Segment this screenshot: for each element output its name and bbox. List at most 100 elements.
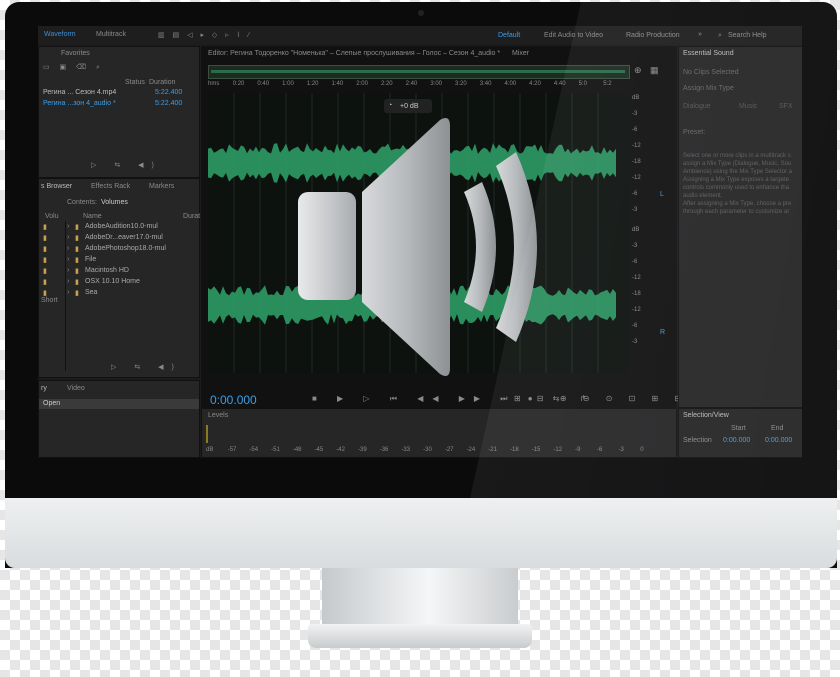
time-display: 0:00.000 (210, 393, 257, 407)
volume-icon: ▮ (43, 290, 47, 297)
search-help[interactable]: Search Help (728, 32, 767, 39)
levels-tick: 0 (640, 447, 644, 453)
help-text-line: through each parameter to customize ar (683, 209, 790, 215)
ruler-tick: 1:40 (331, 81, 344, 87)
volume-icon: ▮ (43, 279, 47, 286)
workspace-radio-production[interactable]: Radio Production (626, 32, 680, 39)
workspace-edit-audio-to-video[interactable]: Edit Audio to Video (544, 32, 603, 39)
ruler-tick: 4:00 (504, 81, 517, 87)
expand-arrow-icon[interactable]: › (67, 289, 69, 296)
duration-column[interactable]: Durat (183, 213, 200, 220)
mix-type-sfx[interactable]: SFX (779, 103, 793, 110)
levels-scale: dB -57 -54 -51 -48 -45 -42 -39 -36 -33 -30 -27 -24 -2… (206, 447, 666, 455)
expand-arrow-icon[interactable]: › (67, 245, 69, 252)
browser-play-controls-icon[interactable]: ▷ ⇆ ◀) (111, 363, 182, 371)
contents-dropdown[interactable]: Volumes (101, 199, 128, 206)
browser-item[interactable]: ▮ › ▮ AdobePhotoshop18.0-mul (43, 245, 193, 255)
db-tick: -6 (632, 259, 638, 265)
expand-arrow-icon[interactable]: › (67, 278, 69, 285)
db-tick: -3 (632, 243, 638, 249)
levels-tick: -18 (510, 447, 519, 453)
folder-icon: ▮ (75, 224, 79, 231)
essential-sound-title[interactable]: Essential Sound (683, 50, 734, 57)
browser-item[interactable]: ▮ › ▮ File (43, 256, 193, 266)
browser-item[interactable]: ▮ › ▮ AdobeDr...eaver17.0-mul (43, 234, 193, 244)
history-panel: ry Video Open (38, 380, 200, 458)
effects-rack-tab[interactable]: Effects Rack (91, 183, 130, 190)
time-ruler[interactable]: hms 0:20 0:40 1:00 1:20 1:40 2:00 2:20 2:40 3:00 3… (208, 81, 628, 91)
selection-view-panel: Selection/View Start End Selection 0:00.… (678, 408, 802, 458)
multitrack-tab[interactable]: Multitrack (96, 31, 126, 38)
more-workspaces-button[interactable]: » (698, 31, 702, 38)
help-text-line: Assigning a Mix Type exposes a targete (683, 177, 789, 183)
file-row[interactable]: Регина ... Сезон 4.mp4 (43, 89, 116, 96)
history-selected-row[interactable]: Open (39, 399, 199, 409)
browser-item[interactable]: ▮ › ▮ Macintosh HD (43, 267, 193, 277)
status-column[interactable]: Status (125, 79, 145, 86)
zoom-icon[interactable]: ⊕ (634, 65, 642, 76)
volume-icon: ▮ (43, 268, 47, 275)
expand-arrow-icon[interactable]: › (67, 256, 69, 263)
video-tab[interactable]: Video (67, 385, 85, 392)
help-text-line: audio element. (683, 193, 723, 199)
search-icon[interactable]: ⌕ (718, 32, 722, 40)
gain-knob-icon[interactable]: ◔ (388, 102, 392, 109)
channel-right-label[interactable]: R (660, 329, 665, 336)
selection-start[interactable]: 0:00.000 (723, 437, 750, 444)
selection-view-title[interactable]: Selection/View (683, 412, 729, 419)
ruler-tick: 4:40 (553, 81, 566, 87)
media-browser-tab[interactable]: s Browser (41, 183, 72, 190)
end-column: End (771, 425, 784, 432)
favorites-tab[interactable]: Favorites (61, 50, 90, 57)
browser-item[interactable]: ▮ › ▮ OSX 10.10 Home (43, 278, 193, 288)
history-tab[interactable]: ry (41, 385, 47, 392)
selection-end[interactable]: 0:00.000 (765, 437, 792, 444)
browser-item[interactable]: ▮ › ▮ Sea (43, 289, 193, 299)
files-play-controls-icon[interactable]: ▷ ⇆ ◀) (91, 161, 162, 169)
shortcuts-item[interactable]: Short (41, 297, 58, 304)
editor-title[interactable]: Editor: Регина Тодоренко "Номенька" – Сл… (208, 50, 500, 57)
expand-arrow-icon[interactable]: › (67, 234, 69, 241)
workspace-default[interactable]: Default (498, 32, 520, 39)
folder-icon: ▮ (75, 246, 79, 253)
overview-bar[interactable] (208, 65, 630, 79)
levels-tick: -27 (444, 447, 454, 453)
zoom-controls-icon[interactable]: ⊞ ⊟ ⊕ ⊖ ⊙ ⊡ ⊞ ⊟ (514, 394, 688, 403)
browser-item[interactable]: ▮ › ▮ AdobeAudition10.0-mul (43, 223, 193, 233)
mixer-tab[interactable]: Mixer (512, 50, 529, 57)
no-clips-label: No Clips Selected (683, 69, 739, 76)
monitor-chin (5, 498, 837, 568)
ruler-tick: 0:20 (232, 81, 245, 87)
files-toolbar-icon[interactable]: ▭ ▣ ⌫ ⌕ (43, 63, 104, 72)
levels-tick: -33 (401, 447, 411, 453)
expand-arrow-icon[interactable]: › (67, 223, 69, 230)
ruler-tick: 2:00 (356, 81, 368, 87)
mix-type-music[interactable]: Music (739, 103, 757, 110)
name-column[interactable]: Name (83, 213, 102, 220)
help-text-line: assign a Mix Type (Dialogue, Music, Sou (683, 161, 792, 167)
folder-icon: ▮ (75, 290, 79, 297)
files-panel: Favorites ▭ ▣ ⌫ ⌕ Status Duration Регина… (38, 46, 200, 178)
hud-gain[interactable]: ◔ +0 dB (384, 99, 432, 113)
toolbar-tools-icon[interactable]: ▥ ▤ ◁ ▸ ◇ ▹ ⌇ ∕ (158, 31, 252, 39)
channel-left-label[interactable]: L (660, 191, 664, 198)
waveform-tab[interactable]: Waveform (44, 31, 76, 38)
essential-sound-panel: Essential Sound No Clips Selected Assign… (678, 46, 802, 408)
browser-item-label: OSX 10.10 Home (85, 278, 140, 285)
markers-tab[interactable]: Markers (149, 183, 174, 190)
sound-wave-large (496, 152, 537, 342)
start-column: Start (731, 425, 746, 432)
volume-column[interactable]: Volu (45, 213, 59, 220)
mix-type-dialogue[interactable]: Dialogue (683, 103, 711, 110)
contents-label: Contents: (67, 199, 97, 206)
file-row[interactable]: Регина ...зон 4_audio * (43, 100, 116, 107)
expand-arrow-icon[interactable]: › (67, 267, 69, 274)
db-tick: -12 (632, 175, 641, 181)
grid-icon[interactable]: ▦ (650, 65, 659, 76)
levels-title[interactable]: Levels (208, 412, 228, 419)
file-duration: 5:22.400 (155, 89, 183, 96)
levels-tick: -6 (596, 447, 603, 453)
levels-tick: -24 (466, 447, 476, 453)
levels-tick: -21 (488, 447, 497, 453)
duration-column[interactable]: Duration (149, 79, 175, 86)
